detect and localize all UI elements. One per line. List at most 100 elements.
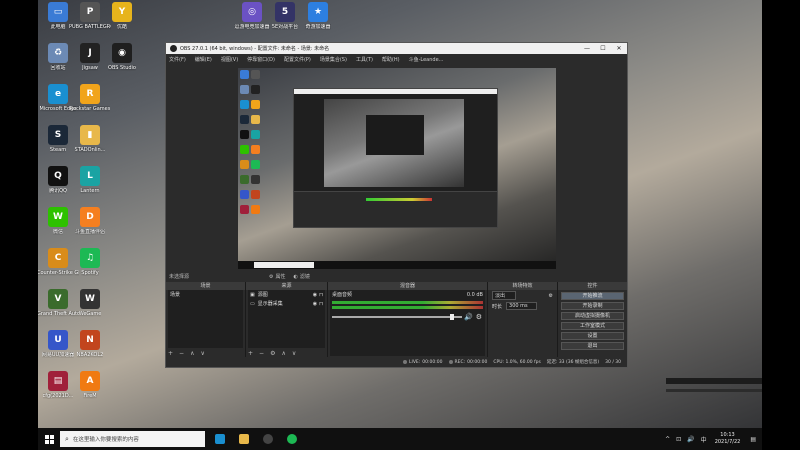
desktop-icon-label: 斗鱼直播伴侣 xyxy=(74,229,105,235)
gear-icon[interactable]: ⚙ xyxy=(549,293,553,299)
scene-down-button[interactable]: ∨ xyxy=(200,350,204,357)
menu-edit[interactable]: 编辑(E) xyxy=(195,56,212,63)
desktop-icon[interactable]: W WeGame xyxy=(70,289,110,317)
properties-button[interactable]: 属性 xyxy=(276,273,286,280)
start-recording-button[interactable]: 开始录制 xyxy=(561,302,624,310)
volume-slider-handle[interactable] xyxy=(450,314,454,320)
taskbar-app-button[interactable] xyxy=(211,430,229,448)
fps-status: 30 / 30 xyxy=(605,359,621,365)
obs-preview-canvas[interactable] xyxy=(238,68,556,269)
source-down-button[interactable]: ∨ xyxy=(292,350,296,357)
volume-meter xyxy=(332,306,483,309)
eye-icon[interactable]: ◉ xyxy=(313,301,317,307)
menu-file[interactable]: 文件(F) xyxy=(169,56,186,63)
computer-icon: ▭ xyxy=(48,2,68,22)
input-method-icon[interactable]: 中 xyxy=(701,435,707,444)
scene-item[interactable]: 场景 xyxy=(168,290,243,299)
desktop-icon[interactable]: Y 优酷 xyxy=(102,2,142,30)
duration-input[interactable]: 300 ms xyxy=(506,302,537,310)
desktop-icon-label: 奇游加速器 xyxy=(305,24,331,30)
menu-help[interactable]: 帮助(H) xyxy=(382,56,400,63)
menu-douyu-plugin[interactable]: 斗鱼-Leande... xyxy=(409,56,444,63)
source-item[interactable]: ▣ 源图 ◉ ⊓ xyxy=(248,290,325,299)
scenes-list: 场景 xyxy=(168,290,243,348)
menu-profile[interactable]: 配置文件(P) xyxy=(284,56,311,63)
menu-tools[interactable]: 工具(T) xyxy=(356,56,373,63)
desktop-icon[interactable]: N NBA2KOL2 xyxy=(70,330,110,358)
taskbar-app-button[interactable] xyxy=(283,430,301,448)
desktop-icon[interactable]: ◉ OBS Studio xyxy=(102,43,142,71)
volume-icon[interactable]: 🔊 xyxy=(687,436,694,443)
desktop-icon[interactable]: R Rockstar Games xyxy=(70,84,110,112)
preview-desktop-icons xyxy=(240,70,268,220)
desktop-icon-label: 5E对战平台 xyxy=(271,24,299,30)
desktop-widget xyxy=(666,389,762,392)
start-streaming-button[interactable]: 开始推流 xyxy=(561,292,624,300)
jigsaw-icon: J xyxy=(80,43,100,63)
source-settings-button[interactable]: ⚙ xyxy=(270,350,275,357)
transitions-header: 转场特效 xyxy=(488,282,557,290)
obs-window[interactable]: OBS 27.0.1 (64 bit, windows) - 配置文件: 未命名… xyxy=(165,42,628,368)
taskbar-clock[interactable]: 10:13 2021/7/22 xyxy=(715,432,741,446)
scene-up-button[interactable]: ∧ xyxy=(190,350,194,357)
lock-icon[interactable]: ⊓ xyxy=(319,292,323,298)
transition-select[interactable]: 淡出 xyxy=(492,291,517,300)
lock-icon[interactable]: ⊓ xyxy=(319,301,323,307)
uu-icon: U xyxy=(48,330,68,350)
add-scene-button[interactable]: + xyxy=(168,350,173,357)
desktop-icon-label: Spotify xyxy=(81,270,99,276)
menu-docks[interactable]: 停靠窗口(D) xyxy=(247,56,275,63)
desktop-icon[interactable]: L Lantern xyxy=(70,166,110,194)
desktop-icon-label: Lantern xyxy=(80,188,100,194)
menu-view[interactable]: 视图(V) xyxy=(221,56,238,63)
exit-button[interactable]: 退出 xyxy=(561,342,624,350)
obs-titlebar[interactable]: OBS 27.0.1 (64 bit, windows) - 配置文件: 未命名… xyxy=(166,43,627,54)
mixer-header: 混音器 xyxy=(328,282,487,290)
notification-icon[interactable]: ▤ xyxy=(750,436,756,443)
maximize-button[interactable]: ☐ xyxy=(595,45,611,52)
desktop-icon[interactable]: A FireM xyxy=(70,371,110,399)
add-source-button[interactable]: + xyxy=(248,350,253,357)
desktop-icon-label: 此电脑 xyxy=(50,24,66,30)
desktop-icon[interactable]: D 斗鱼直播伴侣 xyxy=(70,207,110,235)
desktop-icon[interactable]: ★ 奇游加速器 xyxy=(298,2,338,30)
obs-icon xyxy=(263,434,273,444)
menu-scene-collection[interactable]: 场景集合(S) xyxy=(320,56,347,63)
desktop-icon[interactable]: ♫ Spotify xyxy=(70,248,110,276)
studio-mode-button[interactable]: 工作室模式 xyxy=(561,322,624,330)
archive-icon: ▤ xyxy=(48,371,68,391)
gear-icon[interactable]: ⚙ xyxy=(476,313,482,321)
mixer-body: 桌面音频 0.0 dB 🔊 ⚙ xyxy=(330,290,485,356)
taskbar-app-button[interactable] xyxy=(235,430,253,448)
close-button[interactable]: ✕ xyxy=(611,45,627,52)
tray-overflow-icon[interactable]: ^ xyxy=(665,436,670,443)
speaker-icon[interactable]: 🔊 xyxy=(464,313,473,321)
filter-icon[interactable]: ◐ xyxy=(294,274,298,280)
source-item[interactable]: ▭ 显示器采集 ◉ ⊓ xyxy=(248,299,325,308)
obs-statusbar: LIVE: 00:00:00 REC: 00:00:00 CPU: 1.0%, … xyxy=(166,357,627,367)
settings-button[interactable]: 设置 xyxy=(561,332,624,340)
live-time: 00:00:00 xyxy=(422,359,443,365)
remove-scene-button[interactable]: − xyxy=(179,350,184,357)
source-up-button[interactable]: ∧ xyxy=(281,350,285,357)
desktop-icon[interactable]: ▮ STADOnlin... xyxy=(70,125,110,153)
filters-button[interactable]: 滤镜 xyxy=(300,273,310,280)
start-button[interactable] xyxy=(38,428,60,450)
rec-indicator-icon xyxy=(448,360,453,364)
desktop-icon-label: STADOnlin... xyxy=(74,147,106,153)
remove-source-button[interactable]: − xyxy=(259,350,264,357)
volume-slider[interactable] xyxy=(332,314,462,320)
mixer-track: 桌面音频 0.0 dB xyxy=(330,290,485,299)
live-label: LIVE: xyxy=(409,359,421,365)
desktop-icon-label: 腾讯QQ xyxy=(49,188,67,194)
controls-dock: 控件 开始推流 开始录制 启动虚拟摄像机 工作室模式 设置 退出 xyxy=(558,282,627,358)
virtual-camera-button[interactable]: 启动虚拟摄像机 xyxy=(561,312,624,320)
controls-header: 控件 xyxy=(558,282,627,290)
minimize-button[interactable]: — xyxy=(579,45,595,52)
cpu-status: CPU: 1.0%, 60.00 fps xyxy=(493,359,541,365)
gear-icon[interactable]: ⚙ xyxy=(269,274,273,280)
taskbar-search[interactable]: ⌕ 在这里输入你要搜索的内容 xyxy=(60,431,205,447)
taskbar-app-button[interactable] xyxy=(259,430,277,448)
network-icon[interactable]: ⊡ xyxy=(676,436,681,443)
eye-icon[interactable]: ◉ xyxy=(313,292,317,298)
